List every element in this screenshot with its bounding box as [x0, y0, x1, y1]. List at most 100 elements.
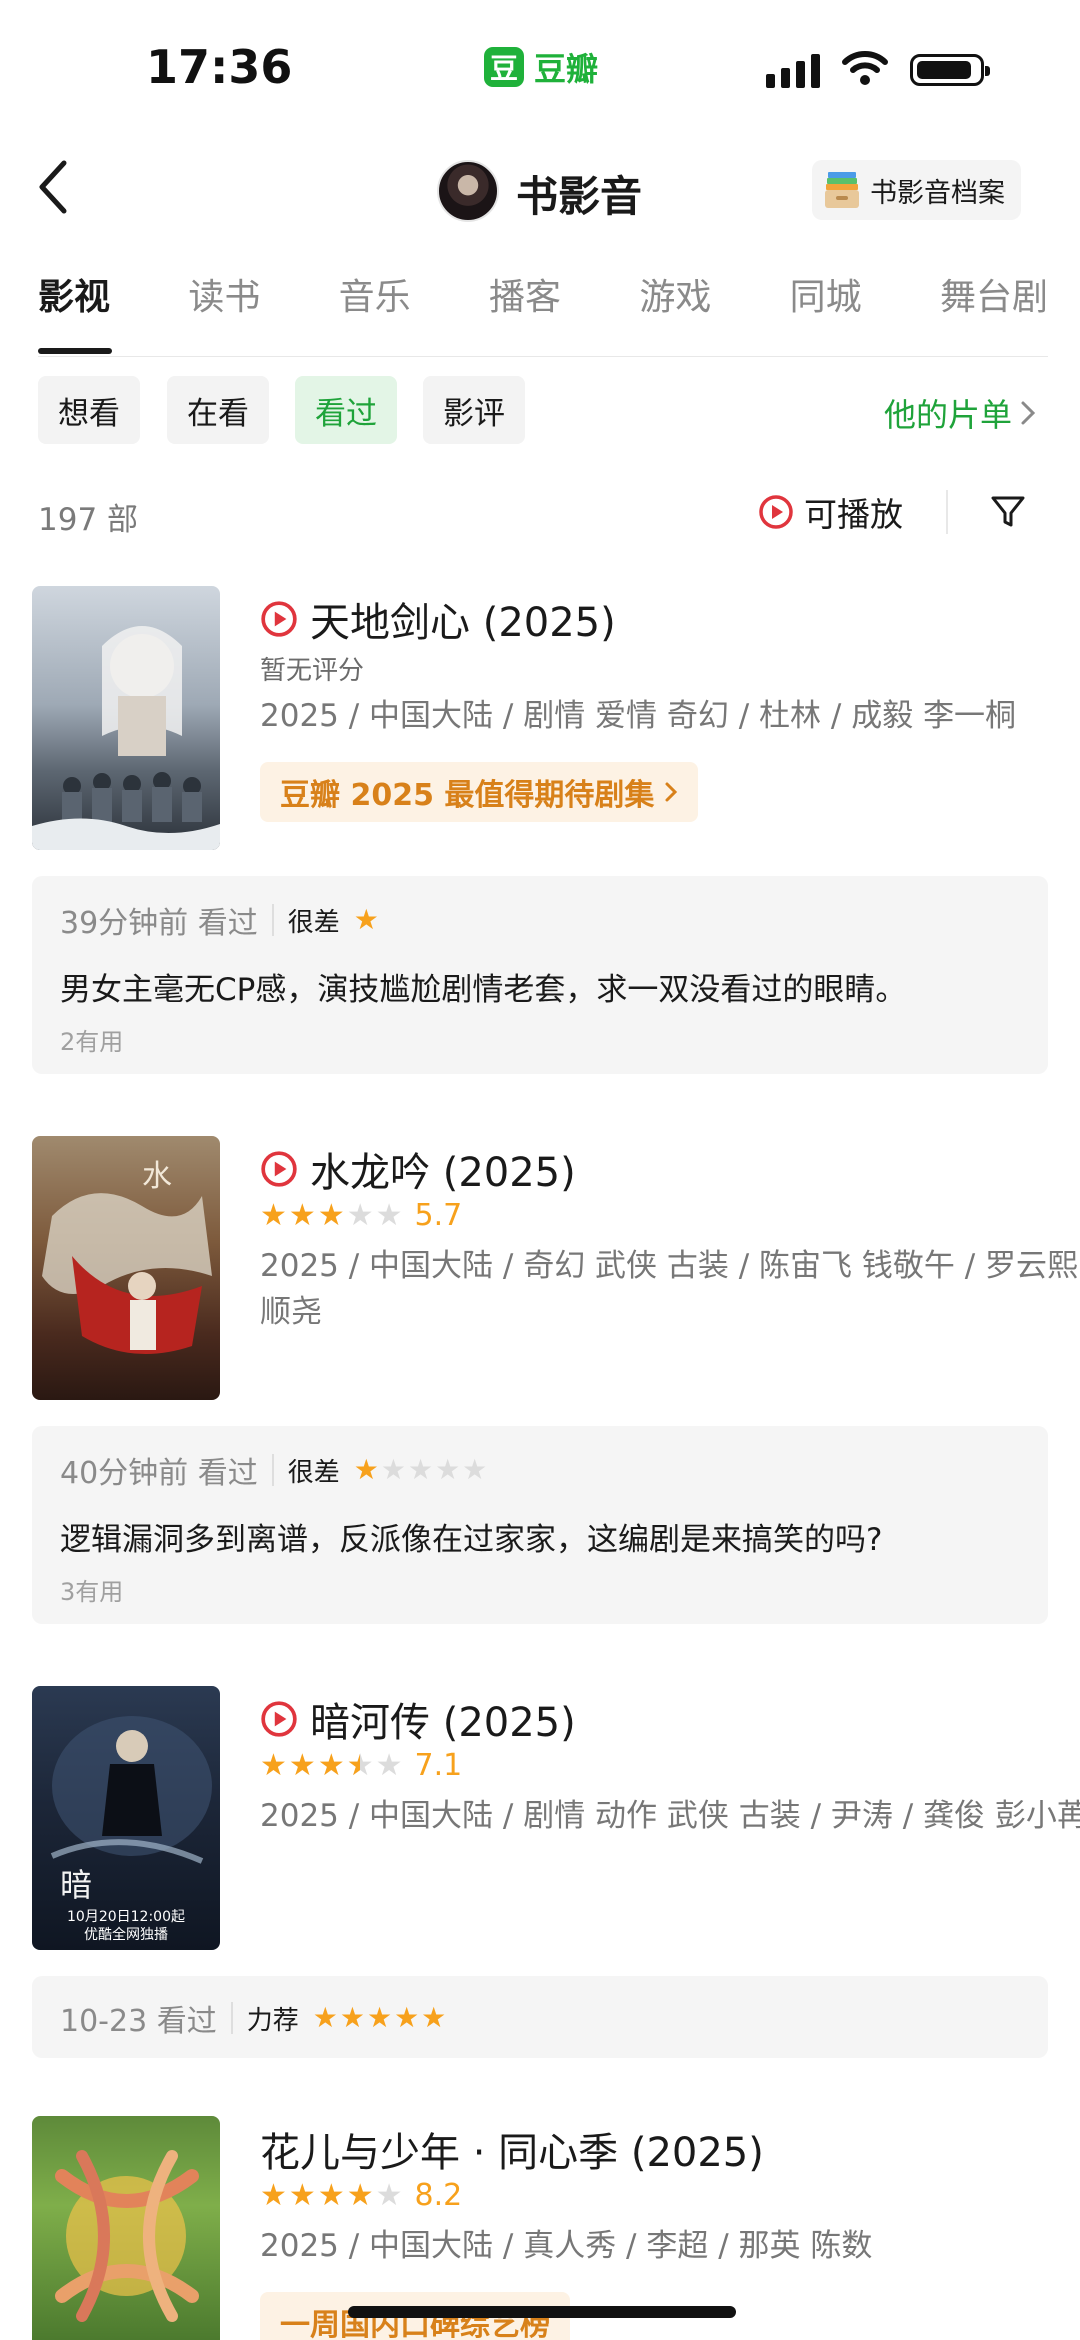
active-tab-indicator	[38, 348, 112, 354]
star-icon: ★	[312, 2001, 338, 2034]
his-list-link[interactable]: 他的片单	[884, 390, 1036, 436]
item-title: 暗河传 (2025)	[310, 1700, 576, 1746]
star-icon: ★	[288, 1197, 316, 1233]
star-icon: ★	[366, 2001, 393, 2034]
star-icon: ★	[407, 1453, 434, 1486]
tabs-divider	[38, 356, 1048, 357]
star-icon: ★	[317, 2177, 345, 2213]
wifi-icon	[842, 50, 888, 90]
star-icon: ★	[347, 1750, 374, 1781]
item-title: 花儿与少年 · 同心季 (2025)	[260, 2130, 764, 2176]
tab-drama[interactable]: 舞台剧	[940, 268, 1048, 320]
review-level: 很差	[287, 1457, 340, 1488]
review-useful-count[interactable]: 3有用	[60, 1572, 123, 1607]
ranking-tag-label: 豆瓣 2025 最值得期待剧集	[280, 778, 655, 813]
rating-score: 5.7	[414, 1198, 463, 1233]
review-separator	[271, 904, 274, 936]
rating-text: 暂无评分	[260, 656, 365, 686]
poster-caption: 优酷全网独播	[84, 1927, 168, 1943]
playable-toggle[interactable]: 可播放	[758, 488, 903, 536]
review-level: 力荐	[246, 2005, 299, 2036]
item-meta: 2025 / 中国大陆 / 剧情 动作 武侠 古装 / 尹涛 / 龚俊 彭小苒	[260, 1798, 1080, 1834]
poster-image[interactable]: 暗 10月20日12:00起 优酷全网独播	[32, 1686, 220, 1950]
tab-local[interactable]: 同城	[790, 268, 862, 320]
play-circle-icon	[261, 601, 297, 637]
star-icon: ★	[394, 2001, 420, 2034]
review-useful-count[interactable]: 2有用	[60, 1022, 123, 1057]
filter-watched[interactable]: 看过	[295, 376, 397, 444]
poster-image[interactable]	[32, 2116, 220, 2340]
star-icon: ★	[288, 2177, 316, 2213]
tab-podcast[interactable]: 播客	[489, 268, 561, 320]
item-title-row[interactable]: 天地剑心 (2025)	[260, 590, 616, 648]
star-icon: ★	[260, 1747, 287, 1783]
star-icon: ★	[260, 1197, 287, 1233]
item-title: 水龙吟 (2025)	[310, 1150, 576, 1196]
item-meta: 2025 / 中国大陆 / 剧情 爱情 奇幻 / 杜林 / 成毅 李一桐	[260, 698, 1017, 734]
poster-image[interactable]: 水	[32, 1136, 220, 1400]
review-card[interactable]: 10-23 看过 力荐 ★ ★ ★ ★ ★	[32, 1976, 1048, 2058]
playable-label: 可播放	[804, 495, 903, 534]
rating-stars: ★ ★ ★ ★ ★	[260, 1197, 403, 1233]
filter-button[interactable]	[990, 494, 1026, 534]
review-separator	[230, 2002, 233, 2034]
review-stars: ★	[354, 906, 379, 934]
item-title: 天地剑心 (2025)	[310, 600, 616, 646]
filter-watching[interactable]: 在看	[167, 376, 269, 444]
app-name: 豆瓣	[534, 50, 599, 88]
svg-text:水: 水	[142, 1159, 172, 1194]
play-circle-icon	[759, 495, 793, 529]
signal-icon	[766, 52, 820, 88]
play-circle-icon	[261, 1701, 297, 1737]
filter-reviews[interactable]: 影评	[423, 376, 525, 444]
play-circle-icon	[261, 1151, 297, 1187]
star-icon: ★	[339, 2001, 365, 2034]
tab-music[interactable]: 音乐	[339, 268, 411, 320]
archive-button[interactable]: 书影音档案	[812, 160, 1021, 220]
review-text: 逻辑漏洞多到离谱，反派像在过家家，这编剧是来搞笑的吗?	[60, 1522, 883, 1558]
tab-books[interactable]: 读书	[188, 268, 260, 320]
item-meta: 2025 / 中国大陆 / 真人秀 / 李超 / 那英 陈数	[260, 2228, 873, 2264]
douban-logo-icon: 豆	[484, 47, 524, 87]
item-meta: 2025 / 中国大陆 / 奇幻 武侠 古装 / 陈宙飞 钱敬午 / 罗云熙 肖…	[260, 1248, 1080, 1330]
ranking-tag[interactable]: 豆瓣 2025 最值得期待剧集	[260, 762, 699, 822]
star-icon: ★	[317, 1197, 345, 1233]
review-header: 39分钟前 看过 很差 ★	[60, 898, 379, 942]
star-icon: ★	[375, 1747, 403, 1783]
item-count: 197 部	[38, 502, 139, 538]
item-title-row[interactable]: 水龙吟 (2025)	[260, 1140, 576, 1198]
svg-text:暗: 暗	[60, 1866, 92, 1904]
back-icon	[39, 160, 67, 214]
star-icon: ★	[288, 1747, 316, 1783]
star-icon: ★	[375, 2177, 403, 2213]
rating-stars: ★ ★ ★ ★ ★	[260, 2177, 403, 2213]
review-text: 男女主毫无CP感，演技尴尬剧情老套，求一双没看过的眼睛。	[60, 972, 907, 1008]
item-title-row[interactable]: 花儿与少年 · 同心季 (2025)	[260, 2120, 764, 2178]
rating-score: 7.1	[414, 1748, 463, 1783]
poster-caption: 10月20日12:00起	[67, 1909, 185, 1925]
star-icon: ★	[421, 2001, 447, 2034]
star-icon: ★	[380, 1453, 406, 1486]
item-rating: ★★★★★ 7.1	[260, 1748, 462, 1783]
avatar[interactable]	[437, 160, 499, 222]
review-stars: ★ ★ ★ ★ ★	[313, 2004, 447, 2032]
star-icon: ★	[317, 1747, 345, 1783]
tab-games[interactable]: 游戏	[639, 268, 711, 320]
review-header: 40分钟前 看过 很差 ★ ★ ★ ★ ★	[60, 1448, 487, 1492]
review-time: 40分钟前 看过	[60, 1456, 258, 1491]
chevron-right-icon	[1021, 401, 1036, 425]
his-list-label: 他的片单	[884, 396, 1013, 434]
filter-want[interactable]: 想看	[38, 376, 140, 444]
back-button[interactable]	[38, 152, 86, 222]
star-icon: ★	[353, 903, 379, 936]
review-card[interactable]: 39分钟前 看过 很差 ★ 男女主毫无CP感，演技尴尬剧情老套，求一双没看过的眼…	[32, 876, 1048, 1074]
tab-movies[interactable]: 影视	[38, 268, 110, 320]
item-title-row[interactable]: 暗河传 (2025)	[260, 1690, 576, 1748]
toolbar-divider	[946, 490, 948, 534]
category-tabs: 影视 读书 音乐 播客 游戏 同城 舞台剧	[38, 268, 1048, 320]
review-separator	[271, 1454, 274, 1486]
poster-image[interactable]	[32, 586, 220, 850]
item-rating: ★ ★ ★ ★ ★ 8.2	[260, 2178, 462, 2213]
battery-icon	[910, 54, 990, 86]
review-card[interactable]: 40分钟前 看过 很差 ★ ★ ★ ★ ★ 逻辑漏洞多到离谱，反派像在过家家，这编剧是来…	[32, 1426, 1048, 1624]
